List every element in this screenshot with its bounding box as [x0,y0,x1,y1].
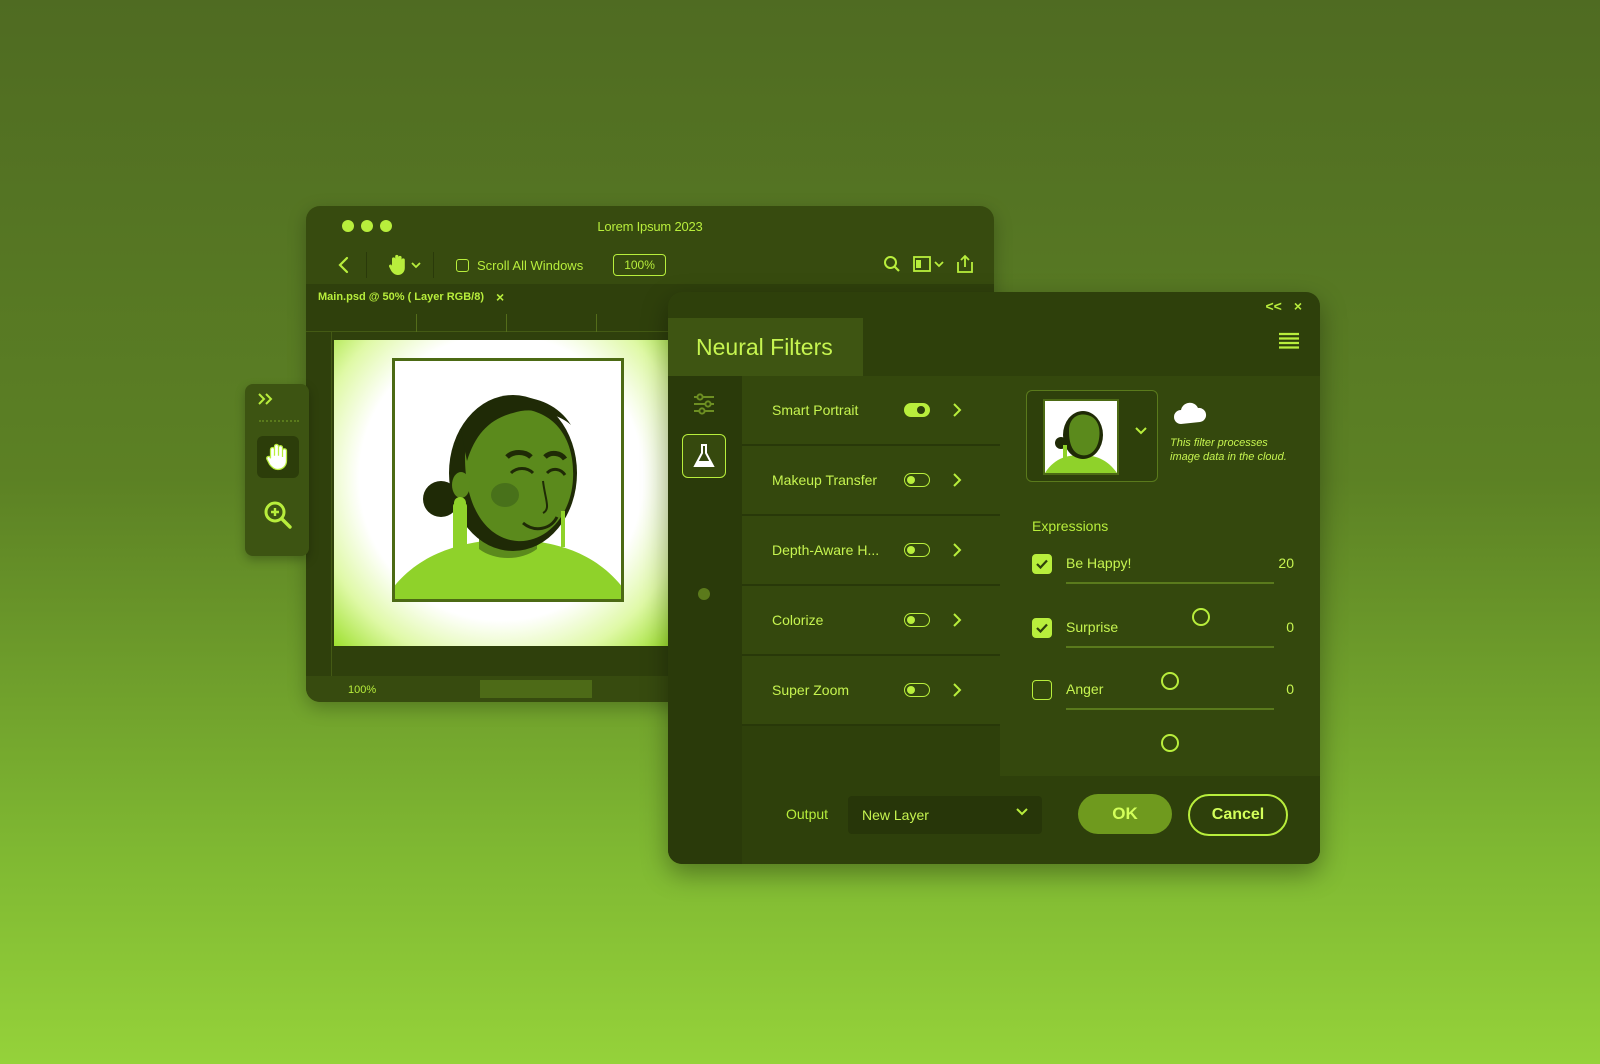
adjustments-tab[interactable] [682,382,726,426]
zoom-tool-button[interactable] [257,494,299,536]
checkmark-icon [1036,623,1048,633]
hand-icon [266,443,288,471]
expression-label: Surprise [1066,619,1119,635]
share-icon[interactable] [956,254,974,274]
hand-icon [388,254,405,275]
slider-track[interactable] [1066,582,1274,626]
chevron-right-icon[interactable] [952,683,962,697]
filter-toggle[interactable] [904,683,930,697]
output-select-value: New Layer [862,807,929,823]
toolbar-divider [433,252,434,278]
dialog-controls: << × [1265,298,1302,314]
panel-menu-icon[interactable] [1278,332,1300,355]
zoom-level-field[interactable]: 100% [613,254,666,276]
filter-row[interactable]: Super Zoom [742,656,1000,726]
toolbar-right-actions [883,254,974,274]
flask-icon [693,444,715,467]
back-icon[interactable] [332,254,354,276]
zoom-icon [264,501,292,529]
reference-image-picker[interactable] [1026,390,1158,482]
filter-toggle[interactable] [904,613,930,627]
output-label: Output [786,806,829,822]
vertical-ruler [306,332,332,676]
sliders-icon [694,393,714,415]
chevron-down-icon[interactable] [1135,427,1147,435]
cloud-processing-note: This filter processes image data in the … [1170,437,1287,463]
window-title: Lorem Ipsum 2023 [597,219,703,234]
status-zoom-level: 100% [348,684,377,696]
portrait-thumbnail-illustration [1045,401,1117,473]
close-dialog-icon[interactable]: × [1294,298,1302,314]
expression-slider-row: Be Happy! 20 [1032,548,1294,626]
expression-label: Anger [1066,681,1104,697]
hand-tool-button[interactable] [257,436,299,478]
scroll-all-windows-label: Scroll All Windows [477,257,584,273]
cancel-button[interactable]: Cancel [1188,794,1288,836]
expressions-heading: Expressions [1032,518,1109,534]
toolbar-divider [366,252,367,278]
artboard[interactable] [334,340,668,646]
filter-settings-panel: This filter processes image data in the … [1000,376,1320,776]
slider-thumb[interactable] [1161,734,1179,752]
expression-slider-row: Anger 0 [1032,674,1294,752]
filter-toggle[interactable] [904,543,930,557]
close-tab-icon[interactable]: × [496,289,504,305]
ok-button[interactable]: OK [1078,794,1172,834]
expression-checkbox[interactable] [1032,680,1052,700]
tools-palette [245,384,309,556]
chevron-right-icon[interactable] [952,613,962,627]
filter-toggle[interactable] [904,403,930,417]
horizontal-scrollbar[interactable] [480,680,592,698]
chevron-down-icon [411,262,421,269]
layout-dropdown[interactable] [913,256,944,272]
palette-grip[interactable] [259,420,299,422]
filter-row[interactable]: Smart Portrait [742,376,1000,446]
filter-row[interactable]: Colorize [742,586,1000,656]
slider-track[interactable] [1066,708,1274,752]
expression-value[interactable]: 0 [1286,681,1294,697]
filter-toggle[interactable] [904,473,930,487]
panel-layout-icon [913,256,931,272]
collapse-dialog-icon[interactable]: << [1265,298,1281,314]
beta-filters-tab[interactable] [682,434,726,478]
cloud-icon [1174,402,1207,424]
chevron-right-icon[interactable] [952,473,962,487]
expression-label: Be Happy! [1066,555,1132,571]
neural-filters-dialog: << × Neural Filters Smart Portrait Makeu… [668,292,1320,864]
chevron-down-icon [934,261,944,268]
filter-row[interactable]: Makeup Transfer [742,446,1000,516]
filter-label: Makeup Transfer [772,472,878,488]
hand-tool-dropdown[interactable] [387,253,421,277]
reference-thumbnail [1043,399,1119,475]
dialog-footer: Output New Layer OK Cancel [742,776,1320,864]
expression-value[interactable]: 0 [1286,619,1294,635]
chevron-right-icon[interactable] [952,543,962,557]
portrait-illustration [385,361,631,599]
expand-panel-icon[interactable] [257,392,275,408]
expression-slider-row: Surprise 0 [1032,612,1294,690]
output-select[interactable]: New Layer [848,796,1042,834]
filter-label: Depth-Aware H... [772,542,880,558]
toolbar: Scroll All Windows 100% [306,246,994,284]
expression-checkbox[interactable] [1032,554,1052,574]
dialog-title: Neural Filters [668,318,863,376]
filter-label: Super Zoom [772,682,850,698]
filter-label: Colorize [772,612,824,628]
status-dot [698,588,710,600]
expression-value[interactable]: 20 [1278,555,1294,571]
document-tab-label: Main.psd @ 50% ( Layer RGB/8) [318,291,484,303]
expression-checkbox[interactable] [1032,618,1052,638]
chevron-right-icon[interactable] [952,403,962,417]
dialog-sidebar [668,376,742,864]
scroll-all-windows-checkbox[interactable] [456,258,469,272]
filter-label: Smart Portrait [772,402,859,418]
search-icon[interactable] [883,255,901,273]
checkmark-icon [1036,559,1048,569]
chevron-down-icon [1016,808,1028,816]
slider-track[interactable] [1066,646,1274,690]
portrait-frame [385,358,631,602]
filter-row[interactable]: Depth-Aware H... [742,516,1000,586]
title-bar: Lorem Ipsum 2023 [306,206,994,246]
filter-list: Smart Portrait Makeup Transfer Depth-Awa… [742,376,1000,726]
